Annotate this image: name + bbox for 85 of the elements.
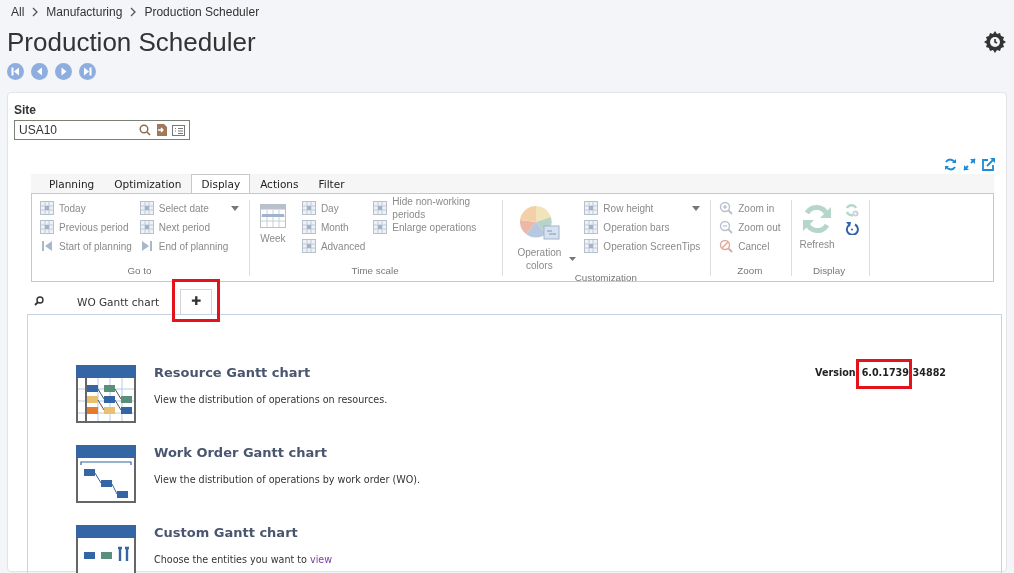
ribbon-button[interactable]: Today — [40, 200, 132, 216]
grid-icon — [584, 201, 599, 215]
chart-description: Choose the entities you want to view — [154, 554, 333, 565]
version-label: Version — [815, 367, 856, 380]
ribbon-button[interactable]: Day — [301, 200, 366, 216]
gantt-chart-icon[interactable] — [76, 525, 136, 573]
ribbon-tab[interactable]: Display — [191, 174, 251, 193]
ribbon-tab[interactable]: Filter — [308, 174, 355, 193]
grid-icon — [40, 201, 54, 215]
ribbon-tab[interactable]: Optimization — [104, 174, 192, 193]
cancel-zoom-icon — [719, 239, 734, 253]
form-icon[interactable] — [172, 124, 185, 136]
settings-icon[interactable] — [983, 30, 1007, 54]
ribbon-button[interactable]: Next period — [139, 219, 239, 235]
grid-icon — [139, 201, 154, 215]
view-link[interactable]: view — [310, 554, 333, 565]
grid-icon — [301, 220, 316, 234]
document-tab[interactable]: WO Gantt chart — [66, 289, 171, 314]
chart-description: View the distribution of operations on resources. — [154, 394, 388, 405]
refresh-icon[interactable] — [944, 158, 957, 171]
ribbon-button[interactable]: Row height — [584, 200, 701, 216]
ribbon-large-button[interactable]: Week — [257, 200, 294, 245]
page-title: Production Scheduler — [7, 26, 256, 58]
ribbon-group-label: Zoom — [736, 265, 764, 276]
dropdown-arrow-icon — [569, 257, 577, 261]
breadcrumb-link[interactable]: Manufacturing — [46, 5, 123, 19]
ribbon-tab[interactable]: Actions — [250, 174, 309, 193]
magnifier-icon — [719, 201, 734, 215]
ribbon-tab[interactable]: Planning — [39, 174, 105, 193]
document-arrow-icon[interactable] — [156, 124, 167, 136]
chart-type-link[interactable]: Work Order Gantt chart — [154, 445, 421, 460]
breadcrumb-link[interactable]: Production Scheduler — [144, 5, 260, 19]
skip-end-icon — [139, 239, 154, 253]
ribbon-button[interactable]: Operation bars — [584, 219, 701, 235]
chart-type-link[interactable]: Resource Gantt chart — [154, 365, 388, 380]
ribbon-button[interactable]: Month — [301, 219, 366, 235]
ribbon-large-button[interactable]: Refresh — [799, 200, 837, 251]
breadcrumb-link[interactable]: All — [11, 5, 25, 19]
grid-icon — [40, 220, 54, 234]
search-icon[interactable] — [34, 296, 44, 306]
grid-icon — [584, 239, 599, 253]
ribbon-button[interactable]: Zoom in — [719, 200, 781, 216]
previous-icon[interactable] — [31, 63, 48, 80]
chevron-icon — [129, 7, 138, 17]
next-icon[interactable] — [55, 63, 72, 80]
document-tab[interactable]: ✚ — [180, 289, 213, 314]
ribbon-button[interactable]: Operation ScreenTips — [584, 238, 701, 254]
ribbon-group-label: Display — [811, 265, 847, 276]
ribbon-button[interactable]: Previous period — [40, 219, 132, 235]
skip-start-icon — [40, 239, 54, 253]
magnifier-icon — [719, 220, 734, 234]
gantt-chart-icon[interactable] — [76, 365, 136, 423]
site-field[interactable]: USA10 — [14, 120, 190, 140]
grid-icon — [373, 201, 388, 215]
last-record-icon[interactable] — [79, 63, 96, 80]
grid-icon — [139, 220, 154, 234]
first-record-icon[interactable] — [7, 63, 24, 80]
ribbon-button[interactable]: Start of planning — [40, 238, 132, 254]
ribbon-button[interactable]: Zoom out — [719, 219, 781, 235]
ribbon-group-label: Time scale — [350, 265, 400, 276]
ribbon-button[interactable]: Enlarge operations — [373, 219, 493, 235]
chart-type-link[interactable]: Custom Gantt chart — [154, 525, 333, 540]
grid-icon — [584, 220, 599, 234]
grid-icon — [301, 201, 316, 215]
ribbon-button[interactable]: Select date — [139, 200, 239, 216]
expand-icon[interactable] — [963, 158, 976, 171]
dropdown-arrow-icon — [692, 205, 701, 211]
field-label: Site — [14, 103, 37, 117]
ribbon-button[interactable]: Advanced — [301, 238, 366, 254]
ribbon-group-label: Go to — [126, 265, 153, 276]
chevron-icon — [31, 7, 40, 17]
grid-icon — [373, 220, 388, 234]
undo-icon[interactable] — [844, 221, 859, 235]
ribbon-button[interactable]: Cancel — [719, 238, 781, 254]
calendar-icon — [259, 204, 286, 228]
refresh-icon — [800, 204, 834, 234]
dropdown-arrow-icon — [230, 205, 239, 211]
gantt-chart-icon[interactable] — [76, 445, 136, 503]
pie-chart-icon — [518, 204, 561, 242]
ribbon-button[interactable]: End of planning — [139, 238, 239, 254]
ribbon-large-button[interactable]: Operation colors — [511, 200, 577, 272]
grid-icon — [301, 239, 316, 253]
ribbon-group-label: Customization — [573, 272, 638, 283]
external-link-icon[interactable] — [982, 158, 995, 171]
chart-description: View the distribution of operations by work order (WO). — [154, 474, 421, 485]
